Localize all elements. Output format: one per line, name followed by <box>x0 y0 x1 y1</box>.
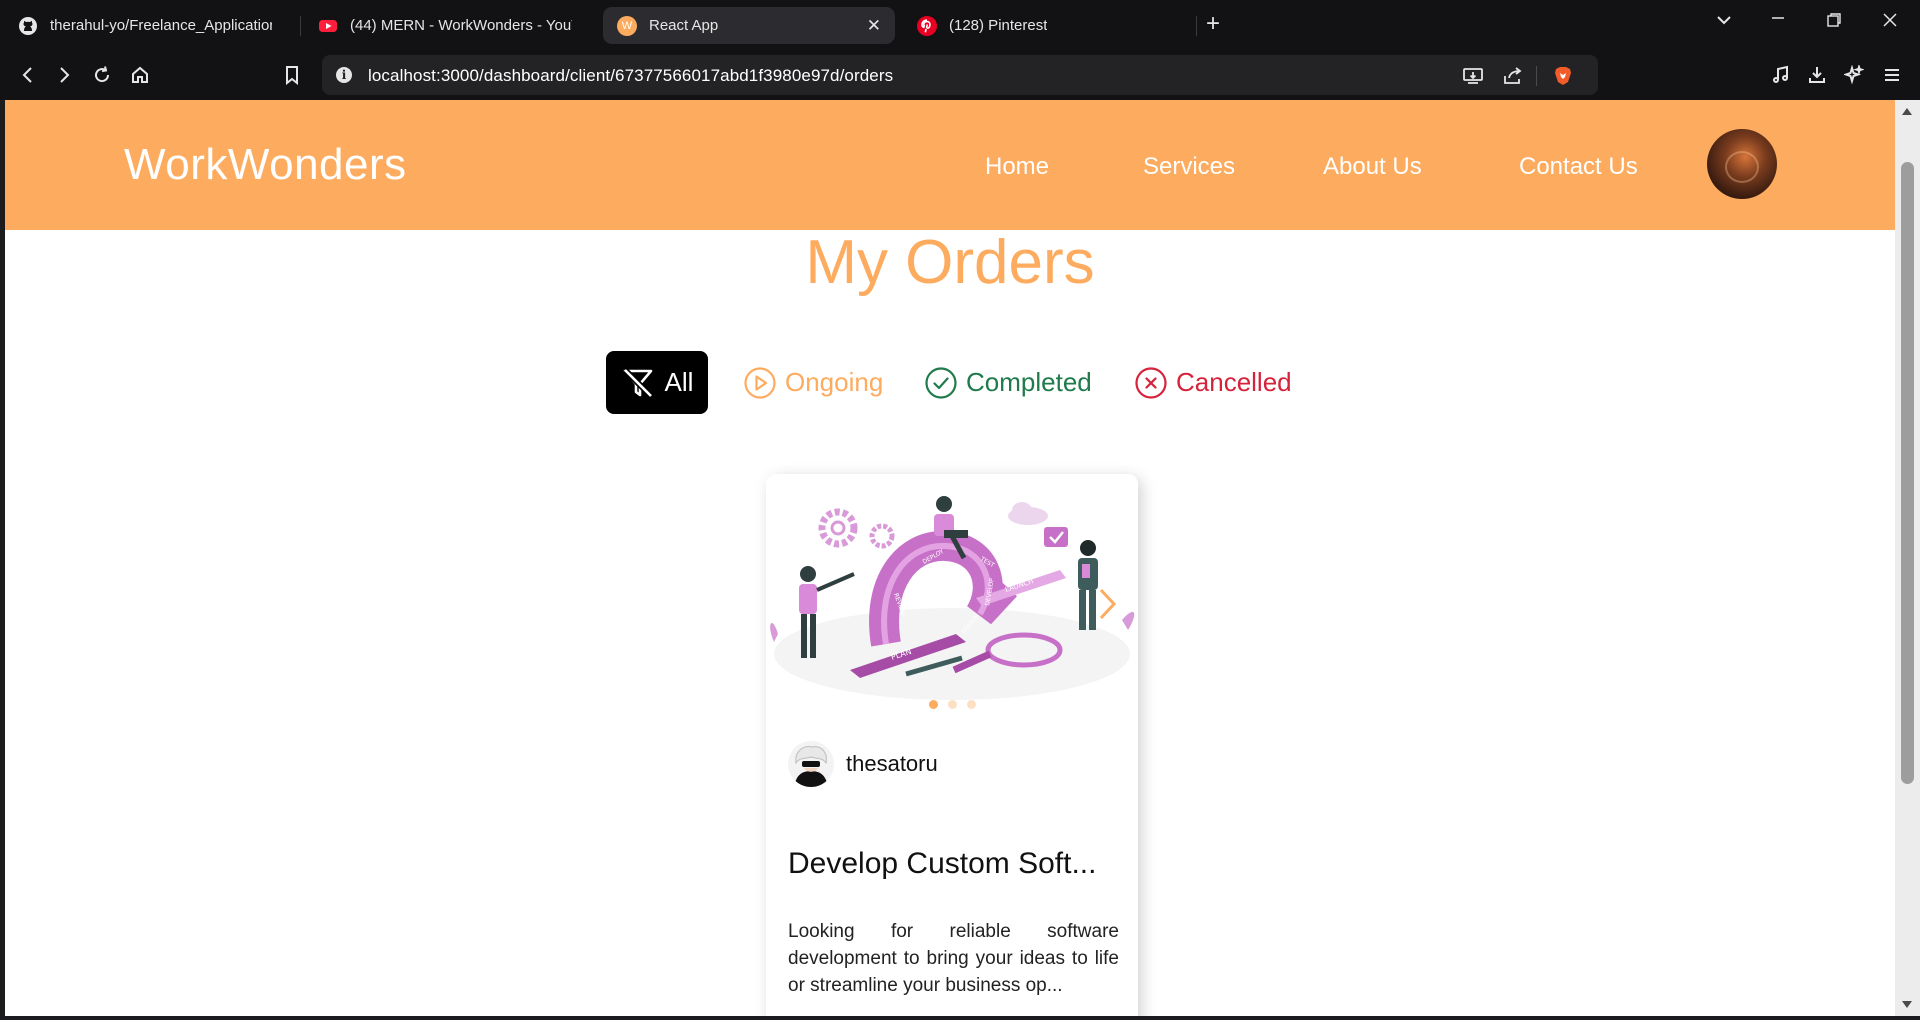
home-icon[interactable] <box>128 63 152 87</box>
filter-cancelled-button[interactable]: Cancelled <box>1134 351 1292 414</box>
tab-github[interactable]: therahul-yo/Freelance_Application <box>4 7 286 44</box>
nav-contact-us[interactable]: Contact Us <box>1519 153 1638 181</box>
tab-divider <box>1196 16 1197 36</box>
browser-toolbar: i localhost:3000/dashboard/client/673775… <box>0 50 1920 100</box>
brand-logo[interactable]: WorkWonders <box>124 140 407 190</box>
seller-name: thesatoru <box>846 751 938 776</box>
seller-info[interactable]: thesatoru <box>788 741 938 787</box>
nav-home[interactable]: Home <box>985 153 1049 181</box>
site-info-icon[interactable]: i <box>336 67 352 83</box>
address-bar[interactable]: i localhost:3000/dashboard/client/673775… <box>322 55 1598 95</box>
carousel-dot[interactable] <box>966 700 976 709</box>
restore-icon[interactable] <box>1826 12 1842 33</box>
leo-ai-icon[interactable] <box>1842 63 1866 87</box>
github-icon <box>18 16 38 36</box>
scroll-up-icon[interactable] <box>1902 108 1912 115</box>
filter-label: Cancelled <box>1176 367 1292 397</box>
pinterest-icon <box>917 15 937 36</box>
tab-title: therahul-yo/Freelance_Application <box>50 17 272 34</box>
new-tab-button[interactable]: + <box>1206 10 1220 38</box>
site-navbar: WorkWonders Home Services About Us Conta… <box>5 100 1895 230</box>
tab-title: (44) MERN - WorkWonders - YouTub <box>350 17 572 34</box>
menu-icon[interactable] <box>1880 63 1904 87</box>
bookmark-icon[interactable] <box>280 63 304 87</box>
filter-all-button[interactable]: All <box>606 351 708 414</box>
filter-ongoing-button[interactable]: Ongoing <box>743 351 883 414</box>
back-icon[interactable] <box>16 63 40 87</box>
tab-list-chevron-icon[interactable] <box>1716 12 1732 33</box>
check-circle-icon <box>924 366 958 400</box>
page-title: My Orders <box>805 228 1095 297</box>
youtube-icon <box>318 16 338 36</box>
install-app-icon[interactable] <box>1462 65 1484 87</box>
scroll-down-icon[interactable] <box>1902 1001 1912 1008</box>
nav-about-us[interactable]: About Us <box>1323 153 1422 181</box>
url-text[interactable]: localhost:3000/dashboard/client/67377566… <box>368 66 893 86</box>
page-scrollbar[interactable] <box>1895 100 1920 1016</box>
filter-label: Ongoing <box>785 367 884 397</box>
tab-react-app[interactable]: W React App ✕ <box>603 7 895 44</box>
user-avatar[interactable] <box>1707 129 1777 199</box>
carousel-next-icon[interactable] <box>1096 586 1120 627</box>
tab-title: (128) Pinterest <box>949 17 1048 34</box>
page-viewport: WorkWonders Home Services About Us Conta… <box>5 100 1895 1016</box>
card-illustration: PLAN LAUNCH DESIGN DEVELOP TEST DEPLOY R… <box>770 496 1135 700</box>
order-title[interactable]: Develop Custom Soft... <box>788 847 1096 881</box>
tab-youtube[interactable]: (44) MERN - WorkWonders - YouTub <box>304 7 586 44</box>
browser-tab-bar: therahul-yo/Freelance_Application (44) M… <box>0 0 1920 50</box>
tab-divider <box>300 16 301 36</box>
seller-avatar <box>788 741 834 787</box>
forward-icon[interactable] <box>52 63 76 87</box>
share-icon[interactable] <box>1502 65 1524 87</box>
order-description: Looking for reliable software developmen… <box>788 921 1119 996</box>
close-window-icon[interactable] <box>1882 12 1898 33</box>
order-card[interactable]: PLAN LAUNCH DESIGN DEVELOP TEST DEPLOY R… <box>766 474 1138 1016</box>
play-circle-icon <box>743 366 777 400</box>
filter-label: All <box>664 367 694 397</box>
tab-pinterest[interactable]: (128) Pinterest <box>903 7 1193 44</box>
media-music-icon[interactable] <box>1769 63 1793 87</box>
carousel-dots <box>766 696 1138 714</box>
brave-shields-icon[interactable] <box>1552 65 1574 87</box>
downloads-icon[interactable] <box>1805 63 1829 87</box>
nav-services[interactable]: Services <box>1143 153 1235 181</box>
reload-icon[interactable] <box>90 63 114 87</box>
filter-completed-button[interactable]: Completed <box>924 351 1092 414</box>
urlbar-divider <box>1536 66 1537 86</box>
tab-title: React App <box>649 17 719 34</box>
filter-off-icon <box>621 366 655 400</box>
scrollbar-thumb[interactable] <box>1901 162 1914 784</box>
react-app-favicon: W <box>617 15 637 36</box>
x-circle-icon <box>1134 366 1168 400</box>
close-tab-icon[interactable]: ✕ <box>867 16 881 36</box>
filter-label: Completed <box>966 367 1092 397</box>
carousel-dot[interactable] <box>928 700 938 709</box>
carousel-dot[interactable] <box>947 700 957 709</box>
minimize-icon[interactable] <box>1770 10 1786 31</box>
